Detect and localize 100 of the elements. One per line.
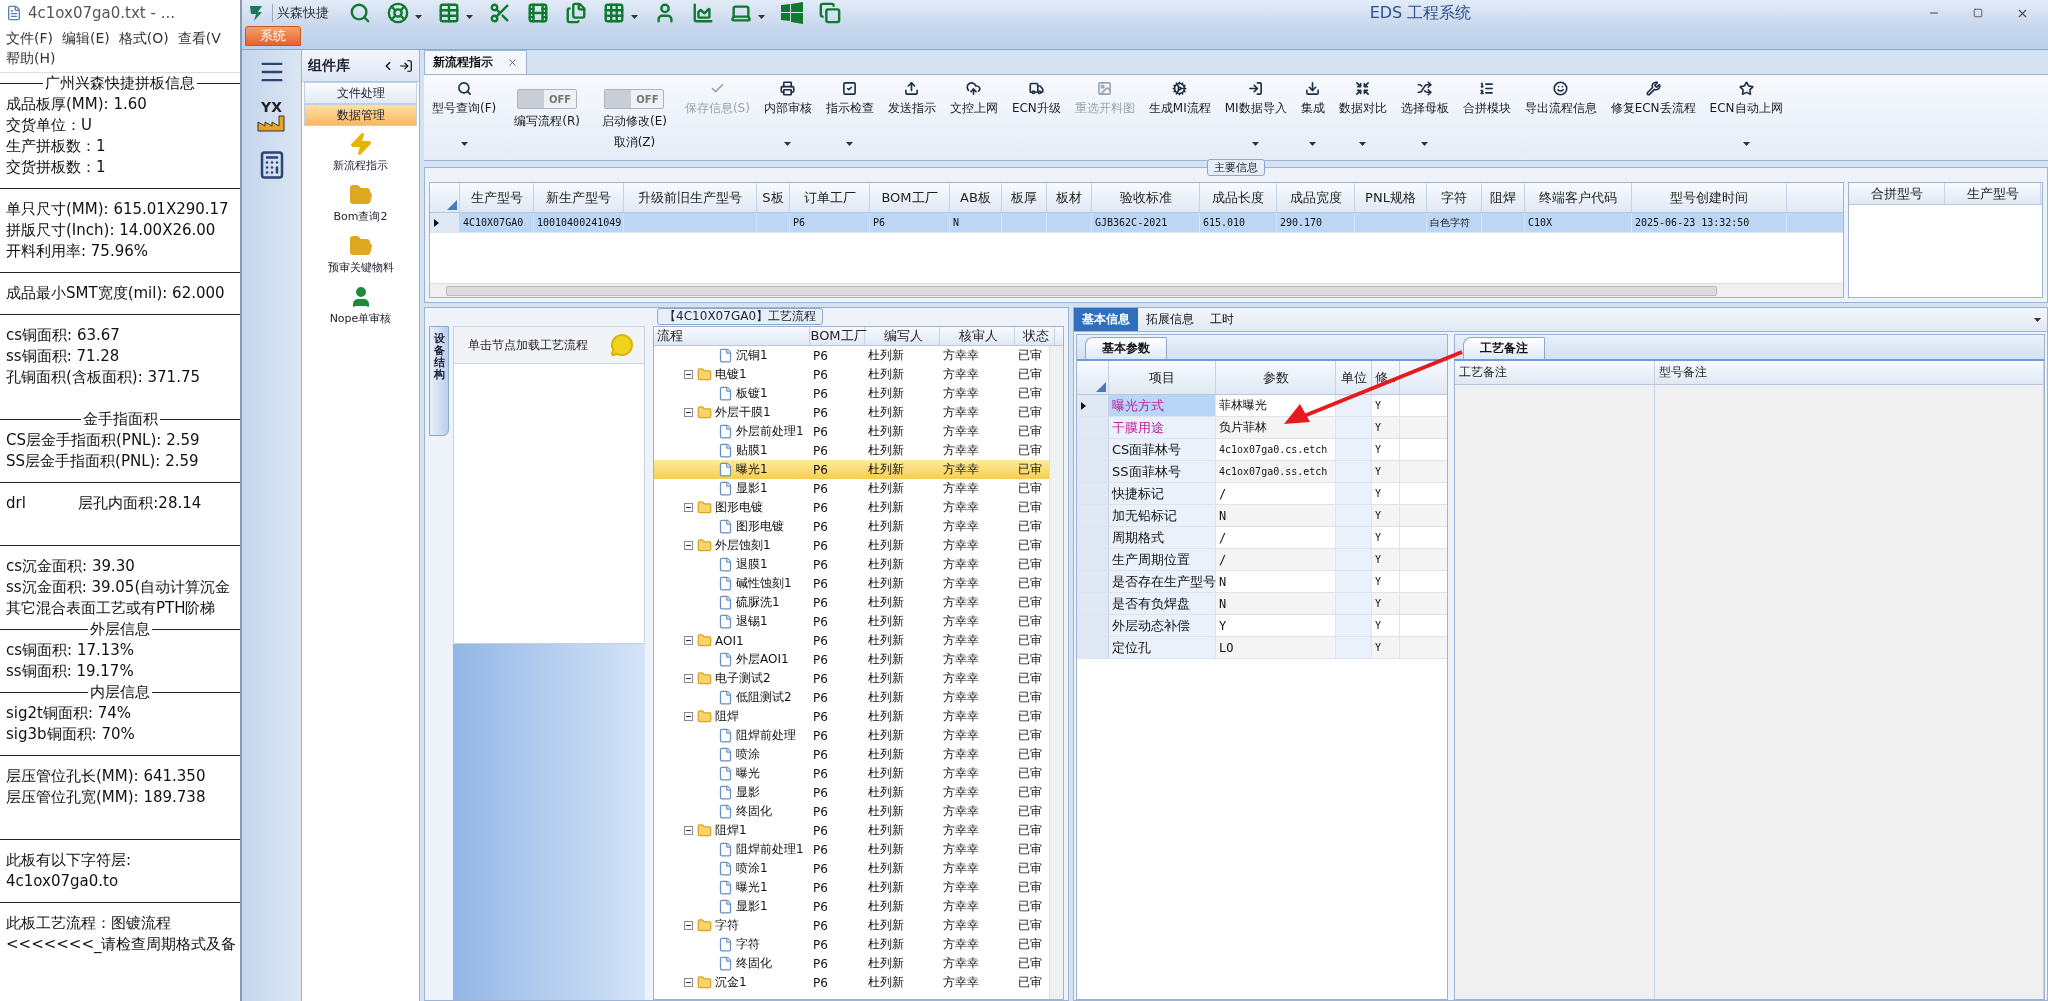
collapse-icon[interactable] <box>684 712 693 721</box>
column-header[interactable]: 生产型号 <box>460 183 534 212</box>
column-header[interactable]: S板 <box>757 183 790 212</box>
tree-row[interactable]: 碱性蚀刻1 P6 杜列新 方幸幸 已审 <box>654 574 1049 593</box>
column-header[interactable]: 成品长度 <box>1200 183 1277 212</box>
param-row[interactable]: 加无铅标记 N Y <box>1077 505 1447 527</box>
collapse-icon[interactable] <box>684 541 693 550</box>
search-icon[interactable] <box>349 2 371 24</box>
menu-item[interactable]: 文件(F) <box>6 28 53 48</box>
toggle-switch[interactable]: OFF <box>517 89 578 109</box>
column-header[interactable]: 流程 <box>654 327 810 345</box>
column-header[interactable]: 核审人 <box>940 327 1015 345</box>
document-tab[interactable]: 新流程指示 <box>424 50 527 74</box>
collapse-icon[interactable] <box>684 674 693 683</box>
grid-icon[interactable] <box>603 2 625 24</box>
toggle-switch[interactable]: OFF <box>604 89 665 109</box>
column-header[interactable]: 成品宽度 <box>1277 183 1355 212</box>
param-row[interactable]: 周期格式 / Y <box>1077 527 1447 549</box>
tree-row[interactable]: 曝光 P6 杜列新 方幸幸 已审 <box>654 764 1049 783</box>
tree-row[interactable]: AOI1 P6 杜列新 方幸幸 已审 <box>654 631 1049 650</box>
tree-row[interactable]: 沉铜1 P6 杜列新 方幸幸 已审 <box>654 346 1049 365</box>
menu-item[interactable]: 查看(V <box>177 28 221 48</box>
column-header[interactable]: 型号创建时间 <box>1632 183 1787 212</box>
collapse-icon[interactable] <box>684 408 693 417</box>
toolbar-button[interactable]: MI数据导入 <box>1218 81 1293 149</box>
collapse-icon[interactable] <box>684 978 693 987</box>
menu-item[interactable]: 格式(O) <box>118 28 169 48</box>
column-header[interactable]: 新生产型号 <box>534 183 624 212</box>
toolbar-button[interactable]: 导出流程信息 <box>1518 81 1603 117</box>
column-header[interactable]: BOM工厂 <box>810 327 865 345</box>
toolbar-button[interactable]: 数据对比 <box>1332 81 1393 149</box>
files-icon[interactable] <box>565 2 587 24</box>
tree-row[interactable]: 终固化 P6 杜列新 方幸幸 已审 <box>654 802 1049 821</box>
tab[interactable]: 基本信息 <box>1074 308 1138 331</box>
toolbar-button[interactable]: ECN自动上网 <box>1703 81 1789 149</box>
toolbar-button[interactable]: 选择母板 <box>1394 81 1455 149</box>
toolbar-button[interactable]: 合拼模块 <box>1456 81 1517 117</box>
column-header[interactable]: 板材 <box>1047 183 1092 212</box>
collapse-icon[interactable] <box>684 921 693 930</box>
toolbar-button[interactable]: 发送指示 <box>881 81 942 117</box>
tree-row[interactable]: 外层AOI1 P6 杜列新 方幸幸 已审 <box>654 650 1049 669</box>
menu-item[interactable]: 编辑(E) <box>62 28 110 48</box>
table-icon[interactable] <box>438 2 460 24</box>
user-icon[interactable] <box>654 2 676 24</box>
toolbar-button[interactable]: 集成 <box>1294 81 1331 149</box>
column-header[interactable]: 参数 <box>1216 361 1336 394</box>
toolbar-button[interactable]: 文控上网 <box>943 81 1004 117</box>
tree-row[interactable]: 电子测试2 P6 杜列新 方幸幸 已审 <box>654 669 1049 688</box>
tree-row[interactable]: 字符 P6 杜列新 方幸幸 已审 <box>654 935 1049 954</box>
scrollbar[interactable] <box>1049 346 1063 999</box>
tree-row[interactable]: 外层蚀刻1 P6 杜列新 方幸幸 已审 <box>654 536 1049 555</box>
tree-row[interactable]: 电镀1 P6 杜列新 方幸幸 已审 <box>654 365 1049 384</box>
laptop-icon[interactable] <box>730 2 752 24</box>
collapse-icon[interactable] <box>684 503 693 512</box>
tree-row[interactable]: 终固化 P6 杜列新 方幸幸 已审 <box>654 954 1049 973</box>
tree-row[interactable]: 外层干膜1 P6 杜列新 方幸幸 已审 <box>654 403 1049 422</box>
tree-row[interactable]: 退膜1 P6 杜列新 方幸幸 已审 <box>654 555 1049 574</box>
tab[interactable]: 工时 <box>1202 308 1242 331</box>
param-row[interactable]: CS面菲林号 4c1ox07ga0.cs.etch Y <box>1077 439 1447 461</box>
scissors-icon[interactable] <box>489 2 511 24</box>
column-header[interactable]: BOM工厂 <box>870 183 950 212</box>
tree-row[interactable]: 图形电镀 P6 杜列新 方幸幸 已审 <box>654 498 1049 517</box>
lifebuoy-icon[interactable] <box>387 2 409 24</box>
category-tab[interactable]: 文件处理 <box>304 82 417 104</box>
param-row[interactable]: SS面菲林号 4c1ox07ga0.ss.etch Y <box>1077 461 1447 483</box>
component-item[interactable]: 新流程指示 <box>302 126 419 177</box>
windows-icon[interactable] <box>781 2 803 24</box>
toolbar-button[interactable]: 生成MI流程 <box>1142 81 1217 117</box>
param-row[interactable]: 快捷标记 / Y <box>1077 483 1447 505</box>
film-icon[interactable] <box>527 2 549 24</box>
toolbar-button[interactable]: 型号查询(F) <box>426 81 503 149</box>
vertical-tab[interactable]: 设备结构 <box>429 326 449 436</box>
param-row[interactable]: 是否存在生产型号 N Y <box>1077 571 1447 593</box>
collapse-icon[interactable] <box>684 826 693 835</box>
close-icon[interactable] <box>507 57 518 68</box>
area-chart-icon[interactable] <box>692 2 714 24</box>
param-row[interactable]: 是否有负焊盘 N Y <box>1077 593 1447 615</box>
param-row[interactable]: 干膜用途 负片菲林 Y <box>1077 417 1447 439</box>
menu-item[interactable]: 帮助(H) <box>6 48 56 68</box>
tree-row[interactable]: 曝光1 P6 杜列新 方幸幸 已审 <box>654 878 1049 897</box>
tree-row[interactable]: 板镀1 P6 杜列新 方幸幸 已审 <box>654 384 1049 403</box>
toolbar-button[interactable]: 指示检查 <box>819 81 880 149</box>
column-header[interactable]: 型号备注 <box>1655 361 2044 384</box>
column-header[interactable]: 编写人 <box>865 327 940 345</box>
column-header[interactable]: 单位 <box>1336 361 1372 394</box>
category-tab[interactable]: 数据管理 <box>304 104 417 126</box>
column-header[interactable]: 终端客户代码 <box>1525 183 1632 212</box>
tree-row[interactable]: 贴膜1 P6 杜列新 方幸幸 已审 <box>654 441 1049 460</box>
param-row[interactable]: 定位孔 LO Y <box>1077 637 1447 659</box>
column-header[interactable]: 字符 <box>1427 183 1482 212</box>
column-header[interactable]: 升级前旧生产型号 <box>624 183 757 212</box>
tree-row[interactable]: 退锡1 P6 杜列新 方幸幸 已审 <box>654 612 1049 631</box>
tree-row[interactable]: 显影1 P6 杜列新 方幸幸 已审 <box>654 479 1049 498</box>
tree-row[interactable]: 沉金1 P6 杜列新 方幸幸 已审 <box>654 973 1049 992</box>
toolbar-button[interactable]: 内部审核 <box>757 81 818 149</box>
tree-row[interactable]: 硫脲洗1 P6 杜列新 方幸幸 已审 <box>654 593 1049 612</box>
tab[interactable]: 拓展信息 <box>1138 308 1202 331</box>
component-item[interactable]: Nope单审核 <box>302 279 419 330</box>
column-header[interactable]: 状态 <box>1015 327 1055 345</box>
pane-tab[interactable]: 基本参数 <box>1085 337 1167 359</box>
